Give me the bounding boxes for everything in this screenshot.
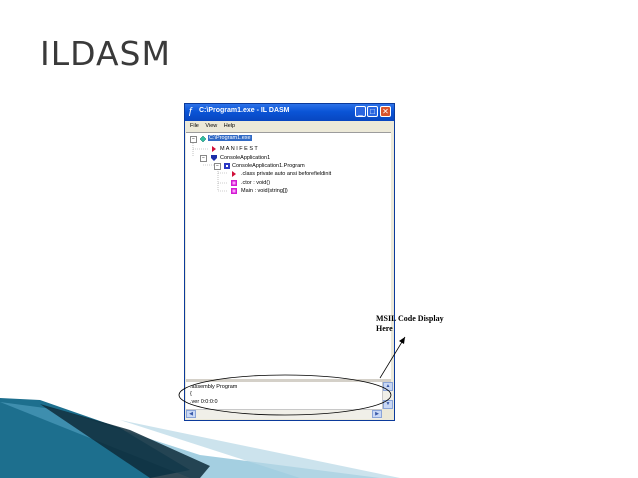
annotation-arrow-line [379, 336, 406, 379]
highlight-ellipse [178, 374, 392, 416]
annotation-arrowhead [399, 337, 405, 344]
annotation-label: MSIL Code Display Here [376, 314, 444, 334]
annotation-line-1: MSIL Code Display [376, 314, 444, 323]
annotation-line-2: Here [376, 324, 393, 333]
annotation-overlay [178, 336, 406, 416]
